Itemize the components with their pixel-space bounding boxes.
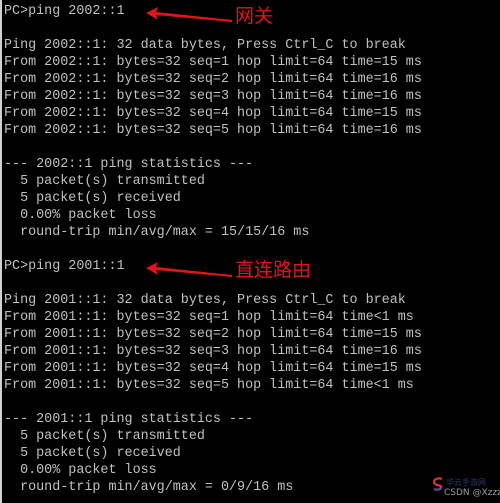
stats-line: 5 packet(s) transmitted bbox=[4, 174, 205, 189]
stats-line: 5 packet(s) transmitted bbox=[4, 429, 205, 444]
reply-line: From 2001::1: bytes=32 seq=2 hop limit=6… bbox=[4, 327, 422, 342]
command-prompt-1: PC>ping 2002::1 bbox=[4, 4, 125, 19]
terminal-window[interactable]: PC>ping 2002::1 网关 Ping 2002::1: 32 data… bbox=[0, 0, 500, 503]
reply-line: From 2001::1: bytes=32 seq=1 hop limit=6… bbox=[4, 310, 414, 325]
reply-line: From 2001::1: bytes=32 seq=3 hop limit=6… bbox=[4, 344, 422, 359]
arrow-icon bbox=[146, 7, 232, 22]
stats-line: round-trip min/avg/max = 15/15/16 ms bbox=[4, 225, 310, 240]
stats-line: 5 packet(s) received bbox=[4, 191, 181, 206]
reply-line: From 2002::1: bytes=32 seq=2 hop limit=6… bbox=[4, 72, 422, 87]
reply-line: From 2002::1: bytes=32 seq=1 hop limit=6… bbox=[4, 55, 422, 70]
arrow-icon bbox=[146, 262, 232, 277]
watermark: 华云手游网 CSDN @Xzzz bbox=[430, 471, 500, 503]
command-prompt-2: PC>ping 2001::1 bbox=[4, 259, 125, 274]
stats-line: round-trip min/avg/max = 0/9/16 ms bbox=[4, 480, 294, 495]
reply-line: From 2001::1: bytes=32 seq=4 hop limit=6… bbox=[4, 361, 422, 376]
stats-title-2: --- 2001::1 ping statistics --- bbox=[4, 412, 254, 427]
reply-line: From 2002::1: bytes=32 seq=4 hop limit=6… bbox=[4, 106, 422, 121]
stats-line: 0.00% packet loss bbox=[4, 208, 157, 223]
reply-line: From 2001::1: bytes=32 seq=5 hop limit=6… bbox=[4, 378, 414, 393]
stats-line: 5 packet(s) received bbox=[4, 446, 181, 461]
watermark-author: CSDN @Xzzz bbox=[444, 488, 500, 498]
ping-header-2: Ping 2001::1: 32 data bytes, Press Ctrl_… bbox=[4, 293, 406, 308]
stats-line: 0.00% packet loss bbox=[4, 463, 157, 478]
annotation-gateway: 网关 bbox=[235, 5, 274, 27]
stats-title-1: --- 2002::1 ping statistics --- bbox=[4, 157, 254, 172]
reply-line: From 2002::1: bytes=32 seq=3 hop limit=6… bbox=[4, 89, 422, 104]
reply-line: From 2002::1: bytes=32 seq=5 hop limit=6… bbox=[4, 123, 422, 138]
ping-header-1: Ping 2002::1: 32 data bytes, Press Ctrl_… bbox=[4, 38, 406, 53]
annotation-direct-route: 直连路由 bbox=[235, 259, 312, 281]
